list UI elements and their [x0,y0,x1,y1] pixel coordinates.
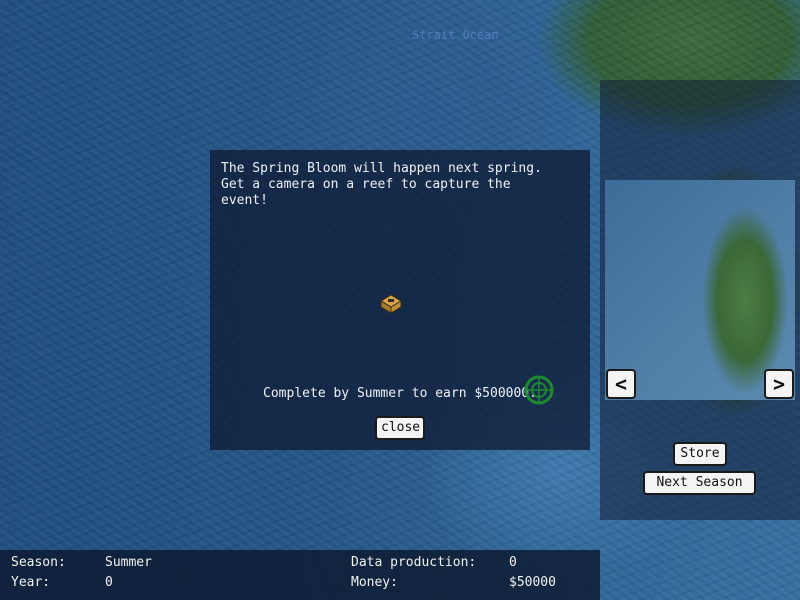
year-label: Year: [11,575,51,590]
next-season-button[interactable]: Next Season [643,471,756,495]
next-location-button[interactable]: > [764,369,794,399]
close-button[interactable]: close [375,416,425,440]
season-label: Season: [11,555,66,570]
data-production-value: 0 [509,555,517,570]
camera-icon[interactable] [379,293,403,315]
data-production-label: Data production: [351,555,477,570]
money-label: Money: [351,575,398,590]
map-location-label: Strait Ocean [412,28,499,42]
status-bar: Season: Summer Year: 0 Data production: … [0,550,600,600]
store-button[interactable]: Store [673,442,727,466]
target-icon[interactable] [523,374,555,406]
dialog-message: The Spring Bloom will happen next spring… [221,161,542,208]
year-value: 0 [105,575,113,590]
prev-location-button[interactable]: < [606,369,636,399]
location-preview [605,180,795,400]
money-value: $50000 [509,575,556,590]
season-value: Summer [105,555,152,570]
